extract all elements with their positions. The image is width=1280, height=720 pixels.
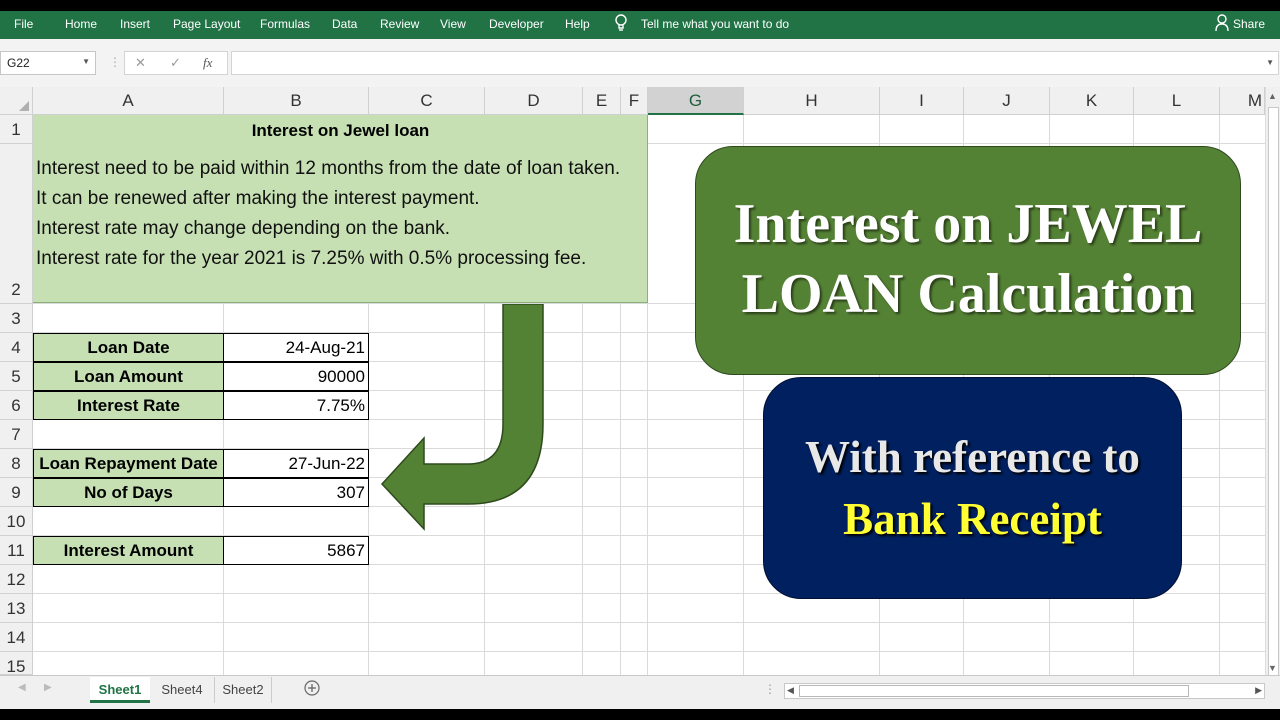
interest-rate-label[interactable]: Interest Rate [33, 391, 224, 420]
info-title: Interest on Jewel loan [251, 121, 430, 140]
banner-line-2: LOAN Calculation [741, 263, 1195, 325]
next-sheet-icon[interactable]: ▶ [44, 682, 52, 693]
column-header-h[interactable]: H [744, 87, 880, 115]
days-value[interactable]: 307 [223, 478, 369, 507]
tab-developer[interactable]: Developer [489, 17, 544, 31]
sheet-tab-bar: ◀ ▶ Sheet1 Sheet4 Sheet2 ⋮ ◀ ▶ [0, 675, 1280, 709]
tab-data[interactable]: Data [332, 17, 357, 31]
column-header-d[interactable]: D [485, 87, 583, 115]
column-header-f[interactable]: F [621, 87, 648, 115]
tab-file[interactable]: File [14, 17, 33, 31]
bottom-black-bar [0, 709, 1280, 720]
more-dots-icon: ⋮ [764, 682, 776, 696]
column-header-c[interactable]: C [369, 87, 485, 115]
row-header-1[interactable]: 1 [0, 115, 33, 144]
row-header-8[interactable]: 8 [0, 449, 33, 478]
ribbon-tabs: File Home Insert Page Layout Formulas Da… [0, 11, 1280, 39]
loan-amount-value[interactable]: 90000 [223, 362, 369, 391]
person-icon [1215, 14, 1229, 35]
column-header-l[interactable]: L [1134, 87, 1220, 115]
column-header-e[interactable]: E [583, 87, 621, 115]
row-header-7[interactable]: 7 [0, 420, 33, 449]
curved-arrow-icon[interactable] [380, 304, 550, 534]
row-header-11[interactable]: 11 [0, 536, 33, 565]
tell-me-search[interactable]: Tell me what you want to do [641, 17, 789, 31]
tab-view[interactable]: View [440, 17, 466, 31]
formula-buttons: ✕ ✓ fx [124, 51, 228, 75]
row-header-5[interactable]: 5 [0, 362, 33, 391]
tab-review[interactable]: Review [380, 17, 419, 31]
days-label[interactable]: No of Days [33, 478, 224, 507]
column-header-g[interactable]: G [648, 87, 744, 115]
reference-line-2: Bank Receipt [843, 494, 1102, 544]
chevron-down-icon[interactable]: ▼ [82, 57, 90, 66]
loan-date-label[interactable]: Loan Date [33, 333, 224, 362]
info-line-2: It can be renewed after making the inter… [36, 188, 480, 209]
banner-line-1: Interest on JEWEL [733, 193, 1203, 255]
enter-check-icon[interactable]: ✓ [170, 55, 181, 71]
info-line-4: Interest rate for the year 2021 is 7.25%… [36, 248, 587, 269]
column-header-i[interactable]: I [880, 87, 964, 115]
title-banner[interactable]: Interest on JEWEL LOAN Calculation [695, 146, 1241, 375]
interest-amount-label[interactable]: Interest Amount [33, 536, 224, 565]
insert-function-button[interactable]: fx [203, 55, 212, 71]
more-dots-icon: ⋮ [109, 55, 121, 69]
loan-date-value[interactable]: 24-Aug-21 [223, 333, 369, 362]
info-line-1: Interest need to be paid within 12 month… [36, 158, 621, 179]
row-header-6[interactable]: 6 [0, 391, 33, 420]
row-header-13[interactable]: 13 [0, 594, 33, 623]
row-header-12[interactable]: 12 [0, 565, 33, 594]
repayment-date-label[interactable]: Loan Repayment Date [33, 449, 224, 478]
cancel-icon[interactable]: ✕ [135, 55, 146, 71]
sheet-tab-sheet1[interactable]: Sheet1 [90, 677, 150, 703]
tab-home[interactable]: Home [65, 17, 97, 31]
column-header-a[interactable]: A [33, 87, 224, 115]
row-header-9[interactable]: 9 [0, 478, 33, 507]
vertical-scroll-thumb[interactable] [1268, 107, 1279, 691]
lightbulb-icon [614, 14, 628, 35]
name-box-value: G22 [7, 56, 30, 70]
row-header-15[interactable]: 15 [0, 652, 33, 675]
select-all-corner[interactable] [0, 87, 33, 115]
scroll-right-icon[interactable]: ▶ [1255, 685, 1262, 696]
reference-line-1: With reference to [805, 432, 1140, 482]
column-header-m[interactable]: M [1220, 87, 1265, 115]
tab-page-layout[interactable]: Page Layout [173, 17, 240, 31]
sheet-tab-sheet2[interactable]: Sheet2 [214, 677, 272, 703]
repayment-date-value[interactable]: 27-Jun-22 [223, 449, 369, 478]
prev-sheet-icon[interactable]: ◀ [18, 682, 26, 693]
column-header-k[interactable]: K [1050, 87, 1134, 115]
tab-help[interactable]: Help [565, 17, 590, 31]
row-header-4[interactable]: 4 [0, 333, 33, 362]
info-line-3: Interest rate may change depending on th… [36, 218, 451, 239]
info-merged-cell[interactable]: Interest on Jewel loan Interest need to … [33, 115, 648, 303]
formula-input[interactable]: ▼ [231, 51, 1279, 75]
loan-amount-label[interactable]: Loan Amount [33, 362, 224, 391]
row-header-14[interactable]: 14 [0, 623, 33, 652]
expand-formula-icon[interactable]: ▼ [1266, 58, 1274, 67]
top-black-bar [0, 0, 1280, 11]
column-header-j[interactable]: J [964, 87, 1050, 115]
scroll-up-icon[interactable]: ▲ [1268, 91, 1277, 101]
column-header-b[interactable]: B [224, 87, 369, 115]
row-header-10[interactable]: 10 [0, 507, 33, 536]
horizontal-scroll-thumb[interactable] [799, 685, 1189, 697]
tab-formulas[interactable]: Formulas [260, 17, 310, 31]
share-button[interactable]: Share [1233, 17, 1265, 31]
row-header-3[interactable]: 3 [0, 304, 33, 333]
reference-banner[interactable]: With reference to Bank Receipt [763, 377, 1182, 599]
scroll-left-icon[interactable]: ◀ [787, 685, 794, 696]
horizontal-scrollbar[interactable]: ◀ ▶ [784, 683, 1265, 699]
sheet-tab-sheet4[interactable]: Sheet4 [152, 677, 212, 703]
name-box[interactable]: G22 ▼ [0, 51, 96, 75]
interest-amount-value[interactable]: 5867 [223, 536, 369, 565]
vertical-scrollbar[interactable]: ▲ ▼ [1265, 87, 1280, 691]
interest-rate-value[interactable]: 7.75% [223, 391, 369, 420]
row-header-2[interactable]: 2 [0, 144, 33, 304]
tab-insert[interactable]: Insert [120, 17, 150, 31]
scroll-down-icon[interactable]: ▼ [1268, 663, 1277, 673]
formula-bar-area: G22 ▼ ⋮ ✕ ✓ fx ▼ [0, 39, 1280, 87]
add-sheet-icon[interactable] [304, 680, 320, 699]
